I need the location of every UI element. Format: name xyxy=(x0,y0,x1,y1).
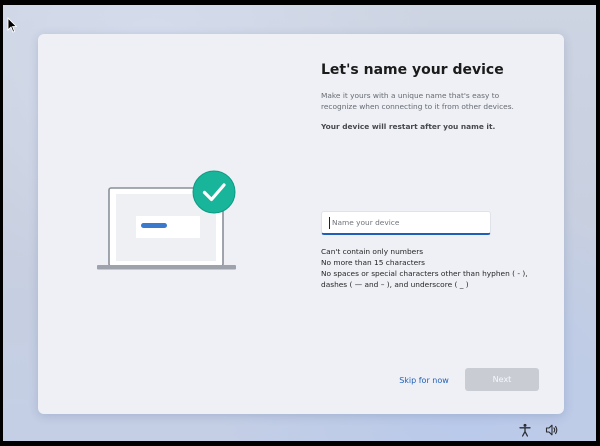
accessibility-icon[interactable] xyxy=(518,423,532,437)
checkmark-icon xyxy=(192,170,236,214)
page-title: Let's name your device xyxy=(321,62,504,78)
name-requirements-list: Can't contain only numbers No more than … xyxy=(321,246,551,290)
description-text: Make it yours with a unique name that's … xyxy=(321,91,514,111)
laptop-checkmark-illustration xyxy=(97,170,236,270)
next-button[interactable]: Next xyxy=(465,368,539,391)
device-name-input[interactable] xyxy=(321,211,491,235)
skip-for-now-button[interactable]: Skip for now xyxy=(394,372,454,388)
restart-notice: Your device will restart after you name … xyxy=(321,122,496,131)
mouse-pointer-icon xyxy=(7,17,17,33)
text-caret xyxy=(329,217,330,229)
requirement-item: No more than 15 characters xyxy=(321,258,426,267)
requirement-item: No spaces or special characters other th… xyxy=(321,269,528,289)
volume-icon[interactable] xyxy=(545,423,559,437)
requirement-item: Can't contain only numbers xyxy=(321,247,424,256)
